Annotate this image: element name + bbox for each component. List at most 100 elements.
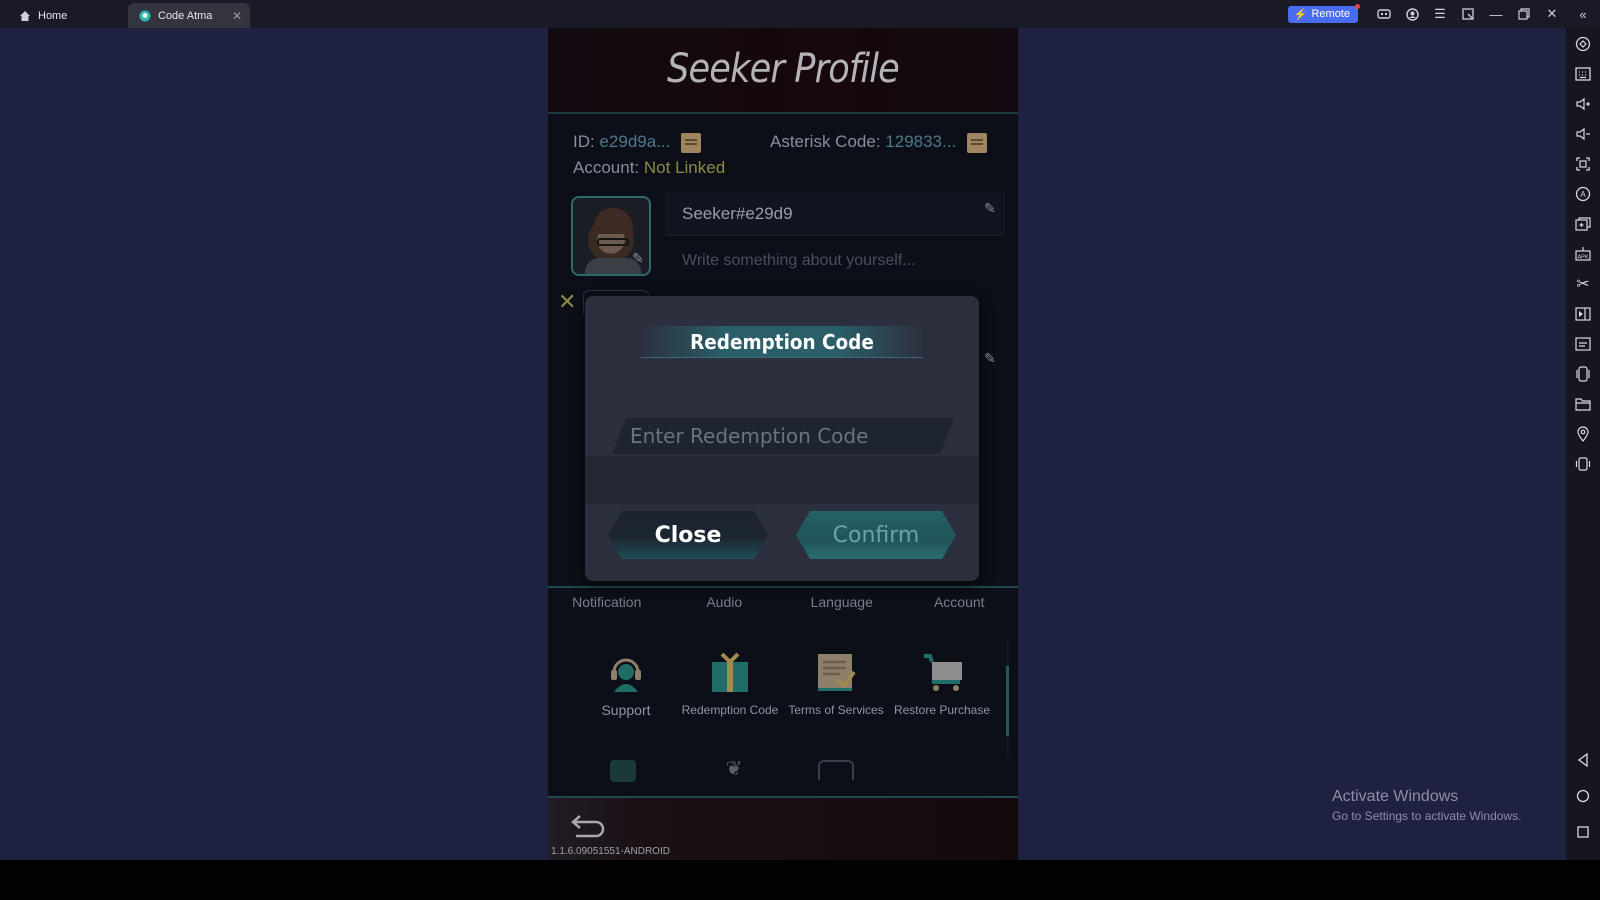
watermark-subtitle: Go to Settings to activate Windows.	[1332, 809, 1522, 823]
emulator-sidebar: A APK ✂	[1566, 28, 1600, 860]
grid-item-redemption-code[interactable]: Redemption Code	[680, 652, 780, 718]
scissors-icon[interactable]: ✂	[1573, 274, 1593, 294]
tab-language[interactable]: Language	[783, 594, 901, 610]
wings-icon: ❦	[725, 758, 743, 780]
dialog-backdrop-strip	[585, 456, 979, 504]
window-resize-icon[interactable]	[1454, 0, 1482, 28]
volume-down-icon[interactable]	[1573, 124, 1593, 144]
copy-icon[interactable]	[681, 132, 702, 153]
tab-audio[interactable]: Audio	[666, 594, 784, 610]
account-icon[interactable]	[1398, 0, 1426, 28]
collapse-sidebar-icon[interactable]: «	[1566, 0, 1600, 28]
svg-text:A: A	[1580, 190, 1586, 199]
apk-install-icon[interactable]: APK	[1573, 244, 1593, 264]
avatar-hair	[593, 208, 633, 234]
edit-avatar-icon[interactable]: ✎	[632, 250, 644, 267]
rotate-icon[interactable]	[1573, 34, 1593, 54]
watermark-title: Activate Windows	[1332, 788, 1459, 805]
asterisk-code-row: Asterisk Code: 129833...	[770, 132, 987, 153]
folder-icon[interactable]	[1573, 394, 1593, 414]
remote-label: Remote	[1311, 8, 1350, 20]
id-label: ID:	[573, 132, 595, 151]
settings-tabs: Notification Audio Language Account	[548, 594, 1018, 610]
gift-icon	[710, 652, 750, 692]
crossed-swords-icon: ✕	[558, 289, 577, 314]
dialog-title: Redemption Code	[690, 330, 874, 354]
cart-icon	[922, 652, 962, 692]
scrollbar-thumb[interactable]	[1006, 666, 1009, 736]
profile-header: Seeker Profile	[548, 28, 1018, 114]
asterisk-value: 129833...	[885, 132, 957, 151]
redemption-code-input[interactable]	[612, 418, 954, 454]
partial-icon	[818, 760, 854, 780]
title-bar: Home Code Atma ✕ ⚡ Remote ☰ — ✕ «	[0, 0, 1600, 28]
id-row: ID: e29d9a...	[573, 132, 702, 153]
close-tab-icon[interactable]: ✕	[232, 9, 242, 23]
remote-button[interactable]: ⚡ Remote	[1287, 3, 1360, 23]
back-arrow-icon[interactable]	[570, 812, 608, 840]
edit-name-icon[interactable]: ✎	[984, 200, 996, 217]
shake-icon[interactable]	[1573, 364, 1593, 384]
account-label: Account:	[573, 158, 640, 177]
grid-item-support[interactable]: Support	[576, 652, 676, 718]
volume-up-icon[interactable]	[1573, 94, 1593, 114]
multi-instance-icon[interactable]	[1573, 214, 1593, 234]
tab-notification[interactable]: Notification	[548, 594, 666, 610]
divider	[548, 586, 1018, 588]
home-nav-icon[interactable]	[1573, 786, 1593, 806]
svg-text:APK: APK	[1577, 255, 1588, 261]
partial-icon	[610, 760, 636, 782]
app-icon	[138, 9, 152, 23]
version-text: 1.1.6.09051551-ANDROID	[551, 846, 670, 857]
copy-icon[interactable]	[966, 132, 987, 153]
keyboard-icon[interactable]	[1573, 64, 1593, 84]
lightning-icon: ⚡	[1293, 8, 1308, 21]
id-value: e29d9a...	[599, 132, 671, 151]
player-name: Seeker#e29d9	[682, 204, 793, 223]
video-icon[interactable]	[1573, 304, 1593, 324]
grid-label: Support	[601, 702, 651, 718]
restore-icon[interactable]	[1510, 0, 1538, 28]
location-icon[interactable]	[1573, 424, 1593, 444]
account-row: Account: Not Linked	[573, 158, 725, 178]
auto-icon[interactable]: A	[1573, 184, 1593, 204]
close-icon[interactable]: ✕	[1538, 0, 1566, 28]
activate-windows-watermark: Activate Windows Go to Settings to activ…	[1332, 788, 1521, 823]
screenshot-icon[interactable]	[1573, 154, 1593, 174]
scrollbar[interactable]	[1006, 640, 1009, 758]
grid-item-restore-purchase[interactable]: Restore Purchase	[892, 652, 992, 718]
minimize-icon[interactable]: —	[1482, 0, 1510, 28]
home-icon	[18, 9, 32, 23]
document-icon	[816, 652, 856, 692]
bio-field[interactable]: Write something about yourself...	[682, 252, 916, 270]
grid-label: Redemption Code	[681, 703, 779, 717]
support-icon	[606, 652, 646, 692]
page-title: Seeker Profile	[667, 46, 900, 92]
taskbar-area	[0, 860, 1600, 900]
tab-code-atma[interactable]: Code Atma ✕	[128, 3, 250, 28]
close-button[interactable]: Close	[608, 511, 768, 559]
gamepad-icon[interactable]	[1370, 0, 1398, 28]
recents-nav-icon[interactable]	[1573, 822, 1593, 842]
subtitles-icon[interactable]	[1573, 334, 1593, 354]
notification-dot	[1355, 3, 1360, 9]
grid-label: Restore Purchase	[893, 703, 991, 717]
account-status: Not Linked	[643, 158, 726, 177]
edit-bio-icon[interactable]: ✎	[984, 350, 996, 367]
confirm-button[interactable]: Confirm	[796, 511, 956, 559]
back-nav-icon[interactable]	[1573, 750, 1593, 770]
tab-account[interactable]: Account	[901, 594, 1019, 610]
tab-label: Code Atma	[158, 9, 213, 22]
avatar-glasses	[597, 238, 629, 246]
grid-label: Terms of Services	[788, 703, 884, 717]
tab-home[interactable]: Home	[8, 3, 126, 28]
menu-icon[interactable]: ☰	[1426, 0, 1454, 28]
game-screen: Seeker Profile ID: e29d9a... Asterisk Co…	[548, 28, 1018, 860]
bottom-bar: 1.1.6.09051551-ANDROID	[548, 798, 1018, 860]
redemption-code-dialog: Redemption Code Close Confirm	[585, 296, 979, 581]
grid-item-terms-of-services[interactable]: Terms of Services	[786, 652, 886, 718]
name-field[interactable]: Seeker#e29d9	[665, 192, 1005, 236]
tab-label: Home	[38, 9, 68, 22]
vibrate-icon[interactable]	[1573, 454, 1593, 474]
asterisk-label: Asterisk Code:	[770, 132, 881, 151]
